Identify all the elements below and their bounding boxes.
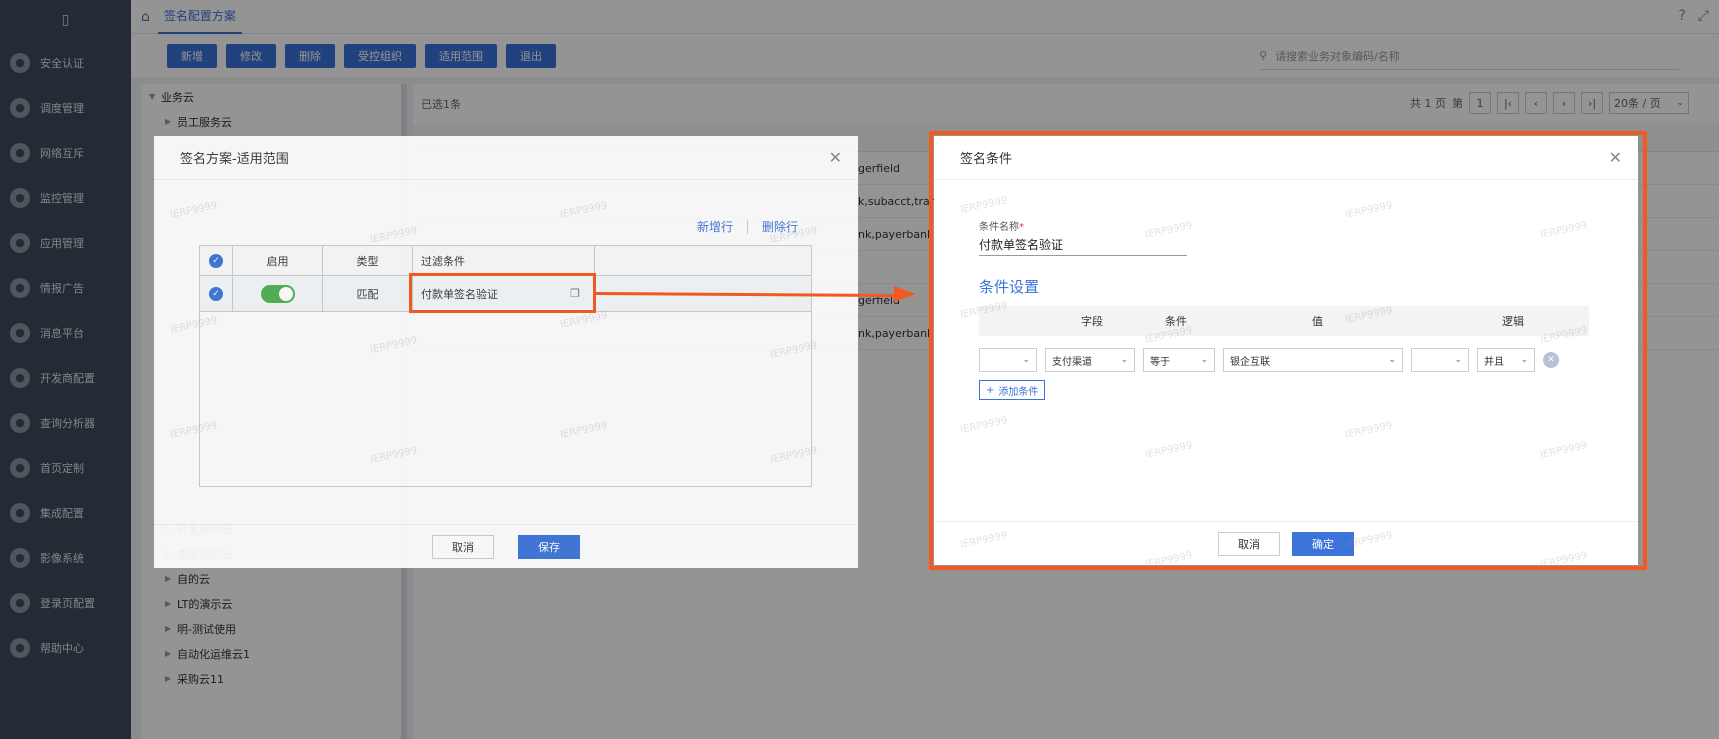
- row-type: 匹配: [323, 276, 413, 311]
- arrow-head-icon: [894, 286, 916, 302]
- app-root: ▯ ● 安全认证 ● 调度管理 ● 网络互斥 ● 监控管理 ● 应用管理 ● 情报广告 ● 消息平台 ● 开发…: [0, 0, 1719, 739]
- scope-table-header: ✓ 启用 类型 过滤条件: [200, 246, 811, 276]
- header-filter: 过滤条件: [413, 246, 595, 275]
- delete-row-link[interactable]: 删除行: [762, 218, 798, 235]
- row-checkbox[interactable]: ✓: [209, 286, 223, 301]
- scope-modal: 签名方案-适用范围 ✕ 新增行 删除行 ✓ 启用 类型 过滤条件 ✓ 匹配 付款…: [154, 136, 858, 568]
- add-row-link[interactable]: 新增行: [697, 218, 733, 235]
- filter-highlight-box: [409, 273, 596, 313]
- close-icon[interactable]: ✕: [829, 148, 842, 167]
- link-divider: [746, 219, 748, 234]
- condition-highlight-box: [929, 131, 1647, 570]
- select-all-checkbox[interactable]: ✓: [209, 253, 223, 268]
- enable-toggle[interactable]: [260, 284, 295, 303]
- scope-modal-title: 签名方案-适用范围: [154, 136, 858, 180]
- save-button[interactable]: 保存: [518, 534, 580, 559]
- cancel-button[interactable]: 取消: [432, 534, 494, 559]
- header-type: 类型: [323, 246, 413, 275]
- header-enable: 启用: [233, 246, 323, 275]
